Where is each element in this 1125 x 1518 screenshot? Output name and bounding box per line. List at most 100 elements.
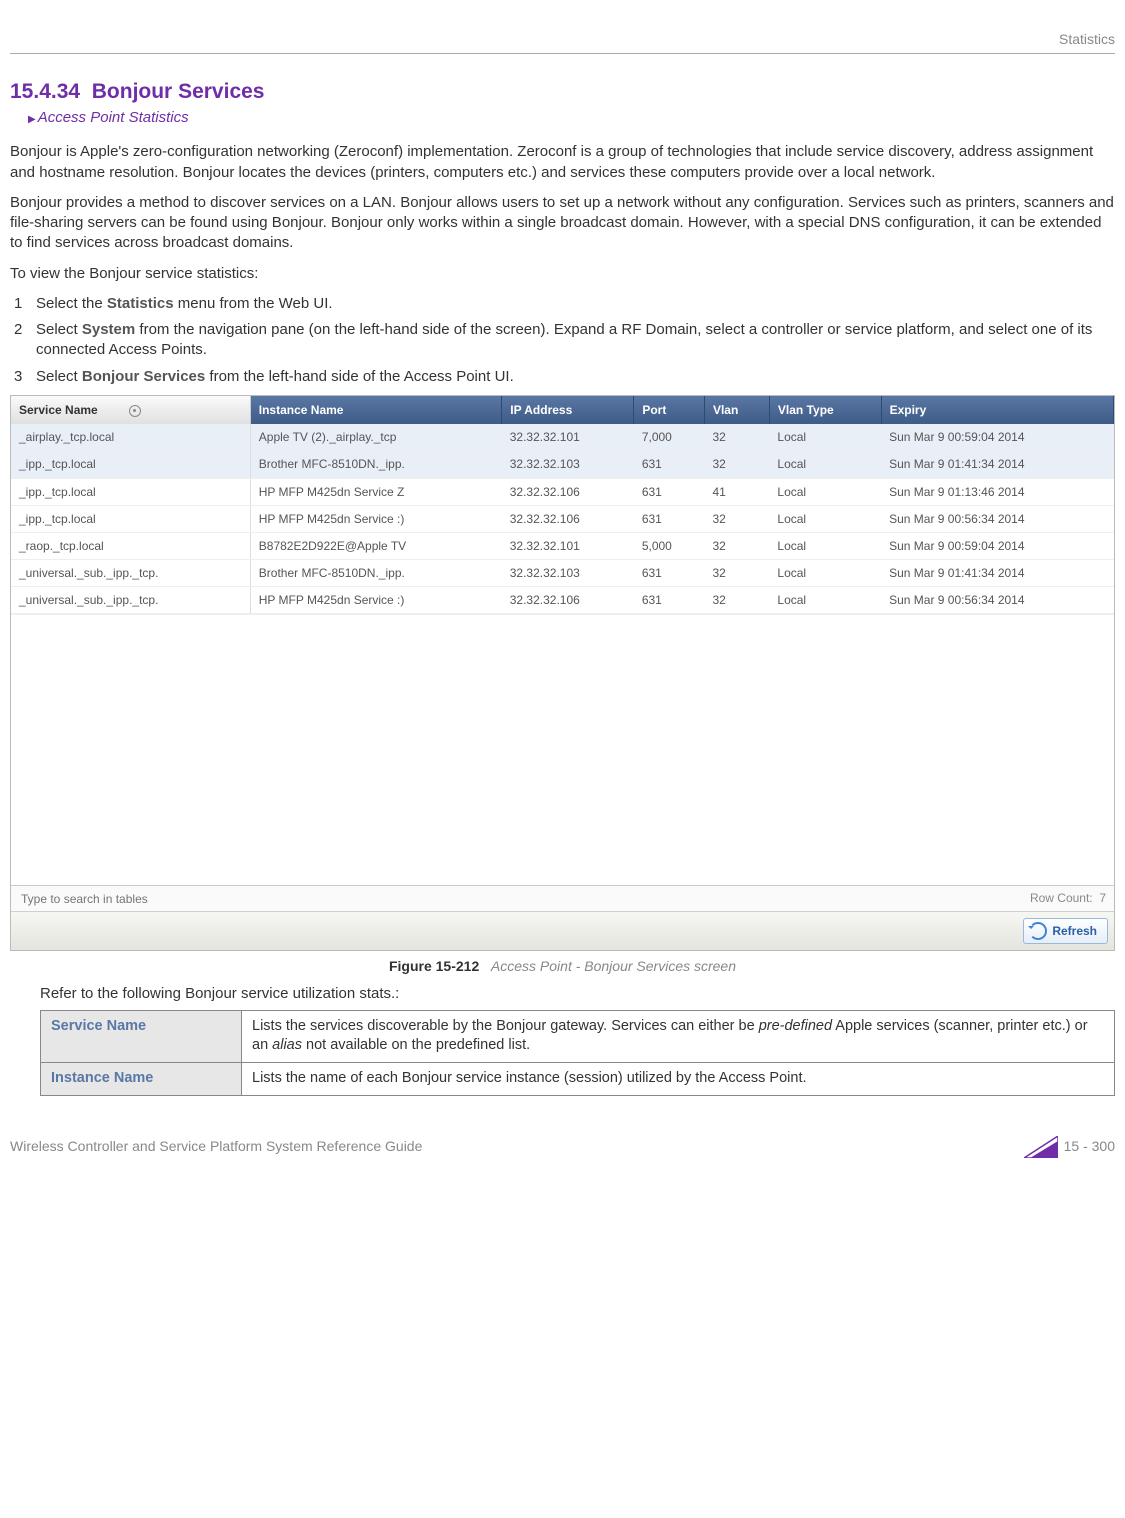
col-vlan-type[interactable]: Vlan Type <box>769 396 881 424</box>
step-number: 3 <box>14 367 36 387</box>
page-corner-icon <box>1024 1136 1058 1158</box>
table-row[interactable]: _universal._sub._ipp._tcp.HP MFP M425dn … <box>11 587 1114 614</box>
intro-para-2: Bonjour provides a method to discover se… <box>10 193 1115 254</box>
table-cell: 32.32.32.106 <box>502 587 634 614</box>
table-cell: _ipp._tcp.local <box>11 451 250 478</box>
table-header-row: Service Name Instance Name IP Address Po… <box>11 396 1114 424</box>
table-cell: _raop._tcp.local <box>11 532 250 559</box>
table-cell: 7,000 <box>634 424 705 451</box>
table-cell: Sun Mar 9 01:41:34 2014 <box>881 451 1113 478</box>
table-cell: 32.32.32.101 <box>502 532 634 559</box>
page-footer: Wireless Controller and Service Platform… <box>10 1136 1115 1158</box>
table-cell: 32 <box>704 587 769 614</box>
bold-term: Bonjour Services <box>82 368 205 385</box>
desc-text: Lists the name of each Bonjour service i… <box>242 1062 1115 1095</box>
screenshot-bonjour-services: Service Name Instance Name IP Address Po… <box>10 395 1115 951</box>
table-cell: Local <box>769 451 881 478</box>
col-expiry[interactable]: Expiry <box>881 396 1113 424</box>
table-cell: Sun Mar 9 00:59:04 2014 <box>881 532 1113 559</box>
bold-term: System <box>82 321 135 338</box>
table-cell: 32.32.32.101 <box>502 424 634 451</box>
table-cell: Local <box>769 505 881 532</box>
col-ip-address[interactable]: IP Address <box>502 396 634 424</box>
triangle-right-icon: ▶ <box>28 114 36 125</box>
steps-list: 1 Select the Statistics menu from the We… <box>10 294 1115 387</box>
footer-doc-title: Wireless Controller and Service Platform… <box>10 1137 422 1156</box>
bonjour-table: Service Name Instance Name IP Address Po… <box>11 396 1114 615</box>
table-cell: 32 <box>704 532 769 559</box>
refresh-button[interactable]: Refresh <box>1023 918 1108 944</box>
table-cell: 32.32.32.103 <box>502 560 634 587</box>
table-cell: HP MFP M425dn Service :) <box>250 505 501 532</box>
page-header-category: Statistics <box>10 30 1115 54</box>
desc-name: Instance Name <box>41 1062 242 1095</box>
table-cell: _ipp._tcp.local <box>11 505 250 532</box>
table-cell: Local <box>769 587 881 614</box>
table-cell: 631 <box>634 587 705 614</box>
table-cell: Local <box>769 532 881 559</box>
col-port[interactable]: Port <box>634 396 705 424</box>
footer-page-number: 15 - 300 <box>1024 1136 1115 1158</box>
table-cell: 32 <box>704 560 769 587</box>
col-instance-name[interactable]: Instance Name <box>250 396 501 424</box>
table-row[interactable]: _ipp._tcp.localBrother MFC-8510DN._ipp.3… <box>11 451 1114 478</box>
table-cell: 32.32.32.103 <box>502 451 634 478</box>
table-cell: Brother MFC-8510DN._ipp. <box>250 560 501 587</box>
desc-name: Service Name <box>41 1010 242 1062</box>
table-cell: 32 <box>704 424 769 451</box>
table-cell: _ipp._tcp.local <box>11 478 250 505</box>
table-cell: 631 <box>634 451 705 478</box>
table-cell: Local <box>769 560 881 587</box>
table-cell: 631 <box>634 505 705 532</box>
table-row: Instance Name Lists the name of each Bon… <box>41 1062 1115 1095</box>
step-number: 2 <box>14 320 36 361</box>
table-cell: _universal._sub._ipp._tcp. <box>11 587 250 614</box>
table-row[interactable]: _ipp._tcp.localHP MFP M425dn Service Z32… <box>11 478 1114 505</box>
table-cell: 41 <box>704 478 769 505</box>
col-service-name[interactable]: Service Name <box>11 396 250 424</box>
table-cell: Apple TV (2)._airplay._tcp <box>250 424 501 451</box>
refer-text: Refer to the following Bonjour service u… <box>40 984 1115 1004</box>
table-cell: 32.32.32.106 <box>502 505 634 532</box>
table-cell: _airplay._tcp.local <box>11 424 250 451</box>
table-row[interactable]: _universal._sub._ipp._tcp.Brother MFC-85… <box>11 560 1114 587</box>
figure-label: Figure 15-212 <box>389 958 479 974</box>
table-row[interactable]: _airplay._tcp.localApple TV (2)._airplay… <box>11 424 1114 451</box>
figure-text: Access Point - Bonjour Services screen <box>491 958 736 974</box>
step-text: Select the Statistics menu from the Web … <box>36 294 1115 314</box>
table-cell: Sun Mar 9 01:13:46 2014 <box>881 478 1113 505</box>
refresh-bar: Refresh <box>11 911 1114 950</box>
table-cell: Sun Mar 9 00:56:34 2014 <box>881 505 1113 532</box>
section-heading: 15.4.34 Bonjour Services <box>10 78 1115 106</box>
table-cell: 5,000 <box>634 532 705 559</box>
col-vlan[interactable]: Vlan <box>704 396 769 424</box>
table-cell: _universal._sub._ipp._tcp. <box>11 560 250 587</box>
table-search-input[interactable] <box>19 891 283 907</box>
step-number: 1 <box>14 294 36 314</box>
intro-para-3: To view the Bonjour service statistics: <box>10 264 1115 284</box>
breadcrumb[interactable]: ▶Access Point Statistics <box>10 108 1115 128</box>
step-item: 3 Select Bonjour Services from the left-… <box>14 367 1115 387</box>
table-cell: 32 <box>704 451 769 478</box>
refresh-icon <box>1029 922 1047 940</box>
table-empty-space <box>11 614 1114 885</box>
table-row[interactable]: _raop._tcp.localB8782E2D922E@Apple TV32.… <box>11 532 1114 559</box>
step-text: Select Bonjour Services from the left-ha… <box>36 367 1115 387</box>
sort-indicator-icon[interactable] <box>129 405 141 417</box>
intro-para-1: Bonjour is Apple's zero-configuration ne… <box>10 142 1115 183</box>
table-cell: HP MFP M425dn Service Z <box>250 478 501 505</box>
table-cell: 631 <box>634 560 705 587</box>
table-cell: 631 <box>634 478 705 505</box>
section-number: 15.4.34 <box>10 80 80 103</box>
step-item: 1 Select the Statistics menu from the We… <box>14 294 1115 314</box>
breadcrumb-label: Access Point Statistics <box>38 109 189 126</box>
step-item: 2 Select System from the navigation pane… <box>14 320 1115 361</box>
table-cell: Local <box>769 478 881 505</box>
row-count: Row Count: 7 <box>1030 890 1106 906</box>
step-text: Select System from the navigation pane (… <box>36 320 1115 361</box>
table-cell: Local <box>769 424 881 451</box>
table-cell: Brother MFC-8510DN._ipp. <box>250 451 501 478</box>
table-cell: HP MFP M425dn Service :) <box>250 587 501 614</box>
description-table: Service Name Lists the services discover… <box>40 1010 1115 1096</box>
table-row[interactable]: _ipp._tcp.localHP MFP M425dn Service :)3… <box>11 505 1114 532</box>
